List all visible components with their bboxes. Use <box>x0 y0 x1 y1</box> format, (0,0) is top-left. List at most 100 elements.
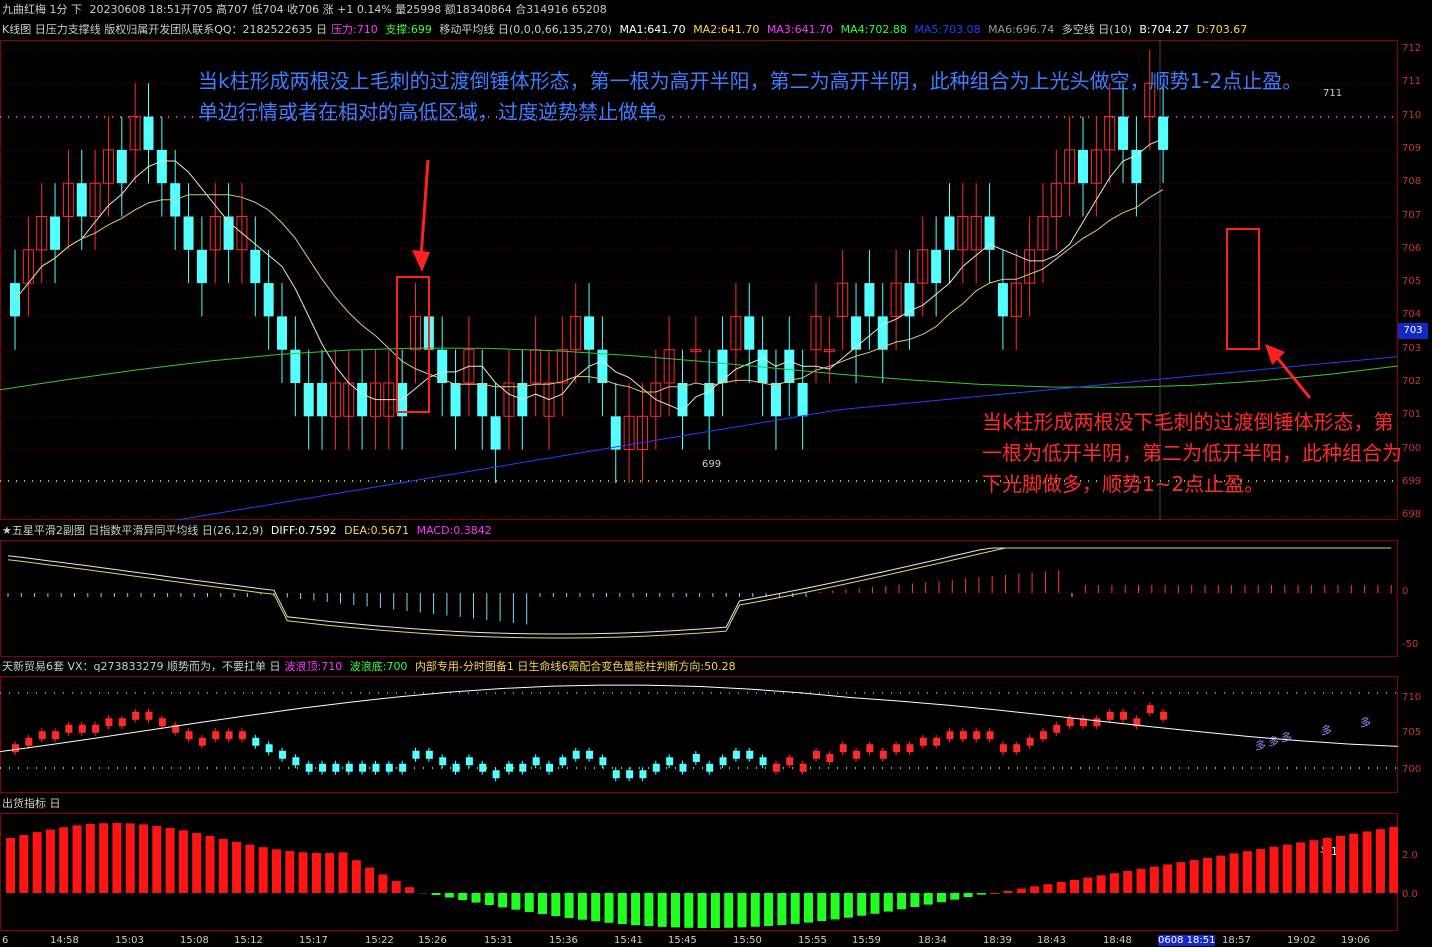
wave-life-line <box>0 684 1398 753</box>
out-bar-green <box>577 893 587 920</box>
price-axis-label: 698 <box>1402 509 1422 521</box>
out-bar-green <box>790 893 800 924</box>
time-axis-label: 19:02 <box>1287 935 1316 946</box>
time-axis-label: 15:41 <box>614 935 643 946</box>
out-bar-red <box>1203 857 1212 893</box>
price-axis-label: 709 <box>1402 142 1422 154</box>
out-bar-red <box>178 830 188 893</box>
wave-candle <box>359 763 367 772</box>
wave-candle <box>999 744 1007 753</box>
macd-diff-line <box>7 547 1392 635</box>
wave-candle <box>973 731 981 740</box>
indicator-charts <box>0 547 1398 928</box>
out-bar-red <box>1163 864 1173 893</box>
out-bar-green <box>484 893 494 905</box>
out-bar-green <box>538 893 547 915</box>
out-bar-red <box>1070 879 1079 893</box>
wave-candle <box>305 763 313 772</box>
out-bar-green <box>830 893 840 920</box>
wave-candle <box>639 770 647 779</box>
wave-candle <box>38 731 46 740</box>
wave-candle <box>839 744 847 753</box>
macd-axis-neg50: -50 <box>1402 639 1419 650</box>
wave-candle <box>1106 711 1114 720</box>
out-bar-red <box>218 838 228 893</box>
price-axis-label: 707 <box>1402 209 1422 221</box>
out-bar-red <box>1309 840 1319 893</box>
time-axis-label: 18:34 <box>918 935 947 946</box>
out-bar-red <box>32 832 42 893</box>
out-bar-green <box>976 893 986 895</box>
wave-candle <box>692 754 700 762</box>
time-axis-label: 15:36 <box>549 935 578 946</box>
wave-candle <box>906 744 914 753</box>
out-bar-red <box>1176 862 1186 893</box>
wave-candle <box>212 731 220 740</box>
price-axis-label: 710 <box>1402 109 1422 121</box>
out-bar-green <box>444 893 454 898</box>
out-bar-red <box>405 887 414 893</box>
time-axis-label: 15:26 <box>418 935 447 946</box>
time-axis-label: 15:31 <box>484 935 513 946</box>
wave-candle <box>52 731 60 740</box>
macd-axis-zero: 0 <box>1402 586 1409 597</box>
out-bar-green <box>471 893 481 903</box>
time-axis-label: 15:17 <box>299 935 328 946</box>
wave-candle <box>492 770 500 779</box>
price-axis-label: 699 <box>1402 475 1422 487</box>
out-bar-green <box>883 893 893 912</box>
wave-candle <box>399 763 407 772</box>
wave-candle <box>265 744 273 753</box>
out-bar-red <box>1242 851 1252 893</box>
out-bar-red <box>272 849 281 893</box>
out-bar-red <box>1282 844 1292 893</box>
out-bar-red <box>232 841 242 893</box>
wave-candle <box>1160 711 1168 720</box>
out-bar-green <box>671 893 680 928</box>
wave-candle <box>946 731 954 740</box>
wave-candle <box>1146 705 1154 714</box>
wave-axis-710: 710 <box>1402 692 1422 703</box>
out-bar-red <box>1109 873 1119 893</box>
wave-candle <box>479 763 487 772</box>
wave-axis-705: 705 <box>1402 727 1422 738</box>
out-bar-red <box>125 823 135 893</box>
wave-candle <box>78 724 86 733</box>
wave-candle <box>12 744 19 753</box>
time-axis-label: 19:06 <box>1341 935 1370 946</box>
out-bar-red <box>139 824 148 893</box>
wave-candle <box>866 744 874 753</box>
out-bar-green <box>524 893 534 912</box>
wave-candle <box>612 770 620 779</box>
out-bar-red <box>325 852 335 893</box>
out-bar-red <box>391 880 401 893</box>
wave-candle <box>879 750 887 759</box>
out-bar-green <box>604 893 614 923</box>
out-axis-0: 0.0 <box>1402 889 1418 900</box>
price-axis-label: 708 <box>1402 176 1422 188</box>
out-bar-green <box>777 893 787 926</box>
out-bar-green <box>737 893 747 928</box>
out-bar-red <box>1296 842 1306 893</box>
wave-candle <box>372 763 380 772</box>
out-bar-red <box>1123 871 1133 893</box>
price-axis-label: 704 <box>1402 309 1422 321</box>
price-axis-label: 706 <box>1402 242 1422 254</box>
out-bar-green <box>804 893 813 923</box>
out-bar-green <box>724 893 734 928</box>
out-axis-2: 2.0 <box>1402 850 1418 861</box>
wave-candle <box>345 763 353 772</box>
out-bar-red <box>1336 835 1345 893</box>
wave-candle <box>145 711 153 720</box>
time-axis-label: 15:50 <box>733 935 762 946</box>
out-bar-red <box>1016 888 1026 893</box>
out-bar-red <box>205 835 215 893</box>
out-bar-red <box>245 844 255 893</box>
time-axis-label: 0608 18:51 <box>1158 935 1216 946</box>
out-bar-green <box>551 893 561 917</box>
out-bar-green <box>657 893 667 927</box>
out-bar-red <box>351 860 361 893</box>
out-bar-green <box>431 893 441 895</box>
out-bar-red <box>1056 882 1066 893</box>
wave-candle <box>572 750 580 759</box>
